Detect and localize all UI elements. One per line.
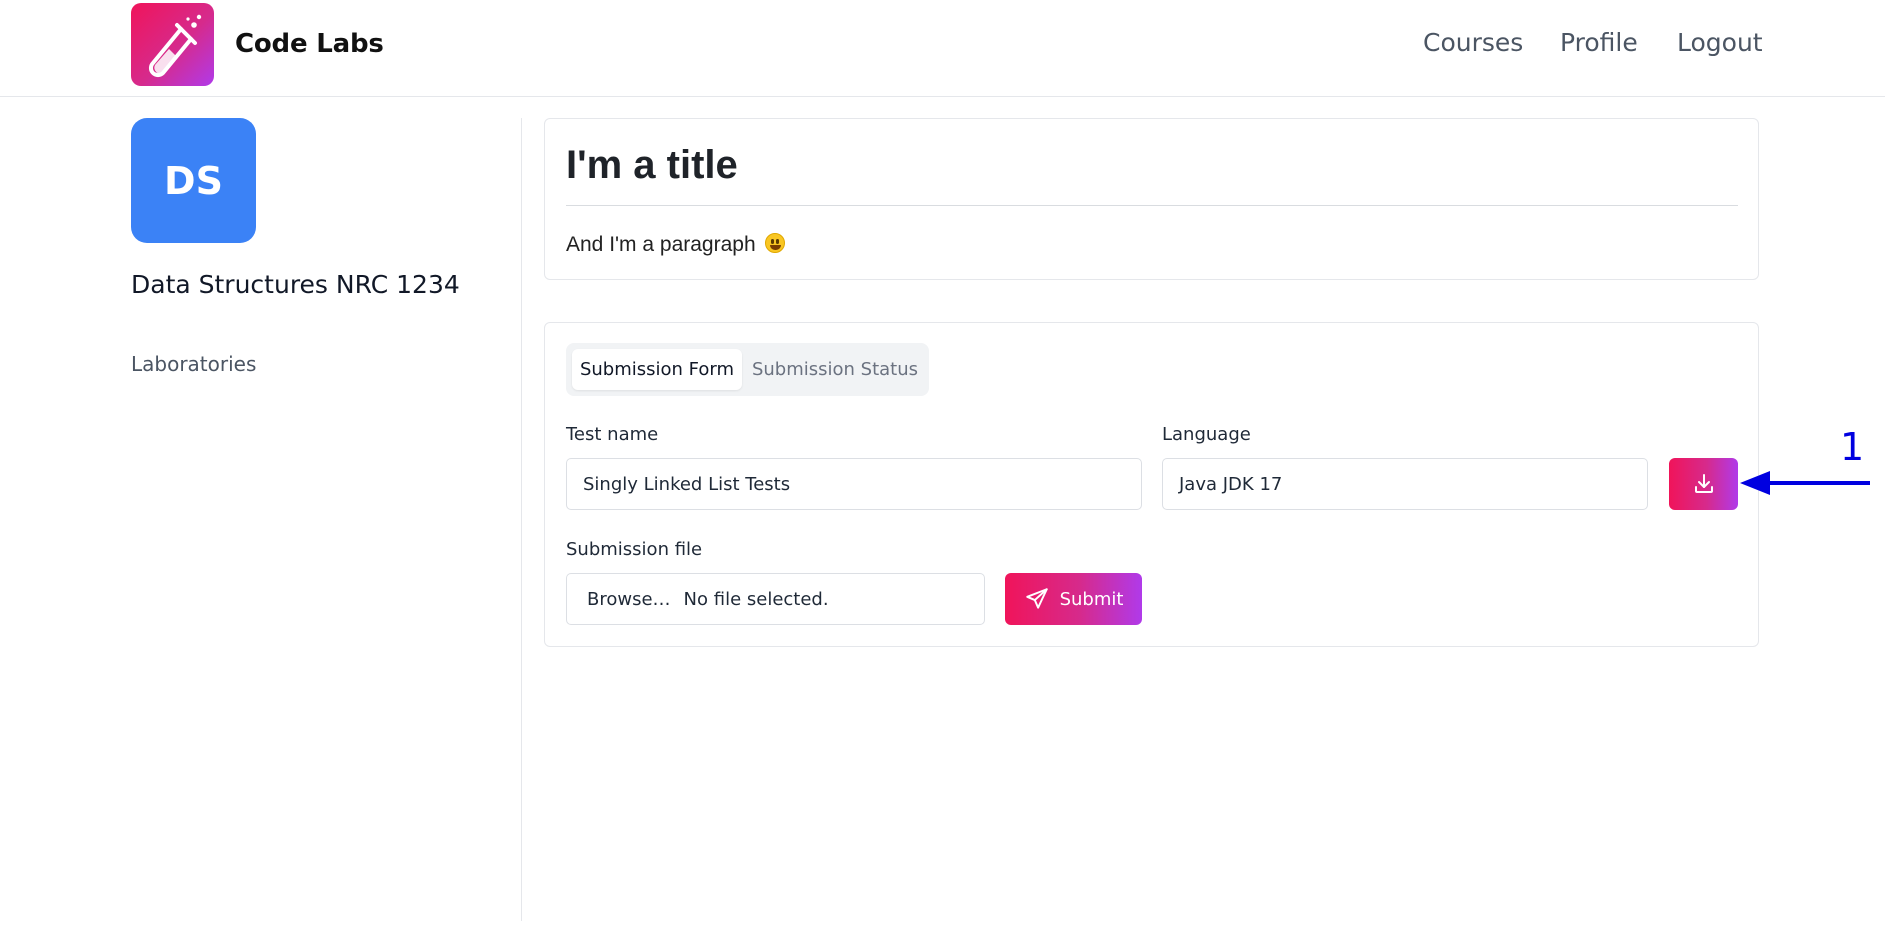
annotation-arrow-icon xyxy=(1740,471,1870,495)
download-button[interactable] xyxy=(1669,458,1738,510)
intro-paragraph: And I'm a paragraph xyxy=(566,231,786,257)
browse-button[interactable]: Browse… xyxy=(587,589,671,610)
tab-submission-status[interactable]: Submission Status xyxy=(746,349,924,390)
test-name-field[interactable]: Singly Linked List Tests xyxy=(566,458,1142,510)
submission-file-input[interactable]: Browse… No file selected. xyxy=(566,573,985,625)
intro-card: I'm a title And I'm a paragraph xyxy=(544,118,1759,280)
test-name-label: Test name xyxy=(566,424,659,445)
course-avatar: DS xyxy=(131,118,256,243)
intro-paragraph-text: And I'm a paragraph xyxy=(566,233,756,256)
brand-name[interactable]: Code Labs xyxy=(235,29,384,59)
title-divider xyxy=(566,205,1738,206)
language-label: Language xyxy=(1162,424,1251,445)
grinning-face-icon xyxy=(765,233,786,253)
nav-logout[interactable]: Logout xyxy=(1677,28,1763,57)
top-navbar: Code Labs Courses Profile Logout xyxy=(0,0,1885,97)
page-title: I'm a title xyxy=(566,143,738,187)
submit-label: Submit xyxy=(1059,588,1124,610)
sidebar-divider xyxy=(521,118,522,921)
download-icon xyxy=(1694,474,1713,493)
submission-file-label: Submission file xyxy=(566,539,703,560)
submission-tabs: Submission Form Submission Status xyxy=(566,343,929,396)
send-icon xyxy=(1025,588,1048,609)
nav-profile[interactable]: Profile xyxy=(1560,28,1638,57)
annotation-number: 1 xyxy=(1840,425,1865,469)
sidebar-item-laboratories[interactable]: Laboratories xyxy=(131,352,256,376)
tab-submission-form[interactable]: Submission Form xyxy=(572,349,742,390)
nav-courses[interactable]: Courses xyxy=(1423,28,1523,57)
language-field[interactable]: Java JDK 17 xyxy=(1162,458,1648,510)
submission-card: Submission Form Submission Status Test n… xyxy=(544,322,1759,647)
test-tube-icon[interactable] xyxy=(131,3,214,86)
course-name: Data Structures NRC 1234 xyxy=(131,270,460,299)
file-status-text: No file selected. xyxy=(683,588,829,610)
submit-button[interactable]: Submit xyxy=(1005,573,1142,625)
